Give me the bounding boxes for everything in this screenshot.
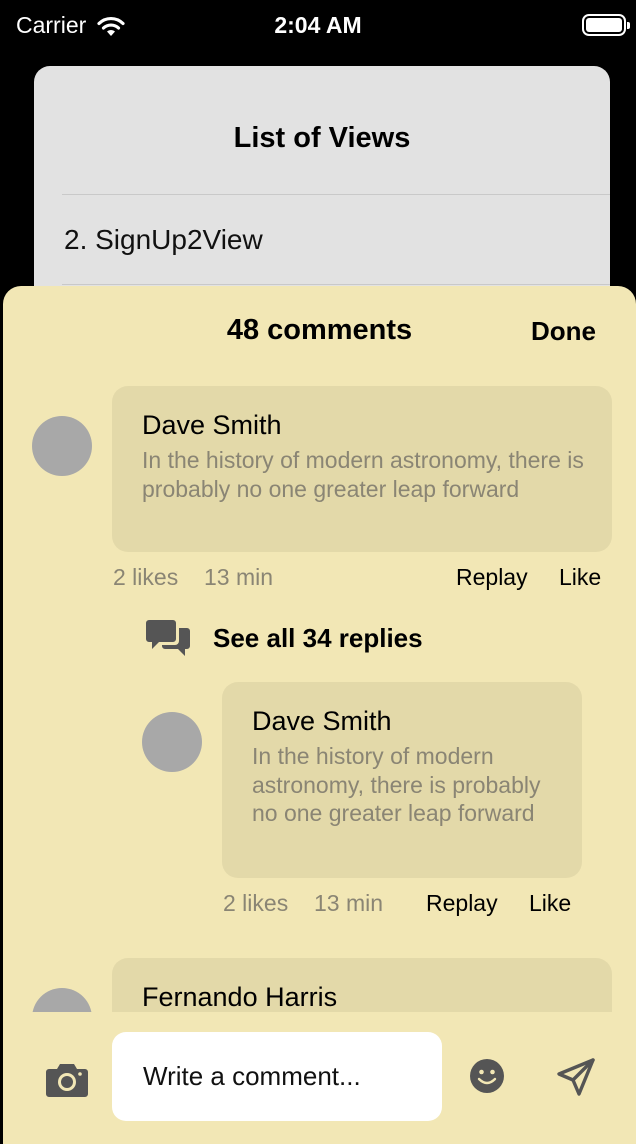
avatar[interactable]	[32, 416, 92, 476]
smiley-icon[interactable]	[469, 1058, 505, 1094]
list-item-signup2view[interactable]: 2. SignUp2View	[64, 224, 263, 256]
comment-likes: 2 likes	[113, 564, 179, 590]
reply-likes: 2 likes	[223, 890, 289, 916]
reply-button[interactable]: Replay	[456, 564, 528, 591]
comment-input[interactable]	[112, 1032, 442, 1121]
comment-bubble: Fernando Harris	[112, 958, 612, 1012]
divider	[62, 284, 610, 285]
avatar[interactable]	[32, 988, 92, 1012]
reply-bubble: Dave Smith In the history of modern astr…	[222, 682, 582, 878]
comments-list[interactable]: Dave Smith In the history of modern astr…	[3, 370, 636, 1012]
comment-author: Fernando Harris	[142, 982, 338, 1012]
battery-icon	[582, 14, 630, 36]
comment-time: 13 min	[204, 564, 274, 590]
reply-body: In the history of modern astronomy, ther…	[252, 743, 541, 826]
status-bar: Carrier 2:04 AM	[0, 0, 636, 54]
send-icon[interactable]	[557, 1058, 595, 1096]
comment-body: In the history of modern astronomy, ther…	[142, 447, 584, 502]
reply-button[interactable]: Replay	[426, 890, 498, 917]
reply-time: 13 min	[314, 890, 384, 916]
comments-sheet: 48 comments Done Dave Smith In the histo…	[3, 286, 636, 1144]
list-title: List of Views	[233, 122, 411, 154]
replies-label: See all 34 replies	[213, 622, 423, 653]
divider	[62, 194, 610, 195]
comment-input-bar	[3, 1032, 636, 1132]
comment-bubble: Dave Smith In the history of modern astr…	[112, 386, 612, 552]
comment-author: Dave Smith	[142, 410, 282, 440]
done-button[interactable]: Done	[531, 316, 596, 347]
like-button[interactable]: Like	[529, 890, 571, 917]
avatar[interactable]	[142, 712, 202, 772]
status-time: 2:04 AM	[274, 12, 362, 38]
see-all-replies-link[interactable]: See all 34 replies	[145, 618, 423, 658]
camera-icon[interactable]	[45, 1062, 89, 1098]
like-button[interactable]: Like	[559, 564, 601, 591]
reply-author: Dave Smith	[252, 706, 392, 736]
chat-bubbles-icon	[146, 620, 190, 656]
